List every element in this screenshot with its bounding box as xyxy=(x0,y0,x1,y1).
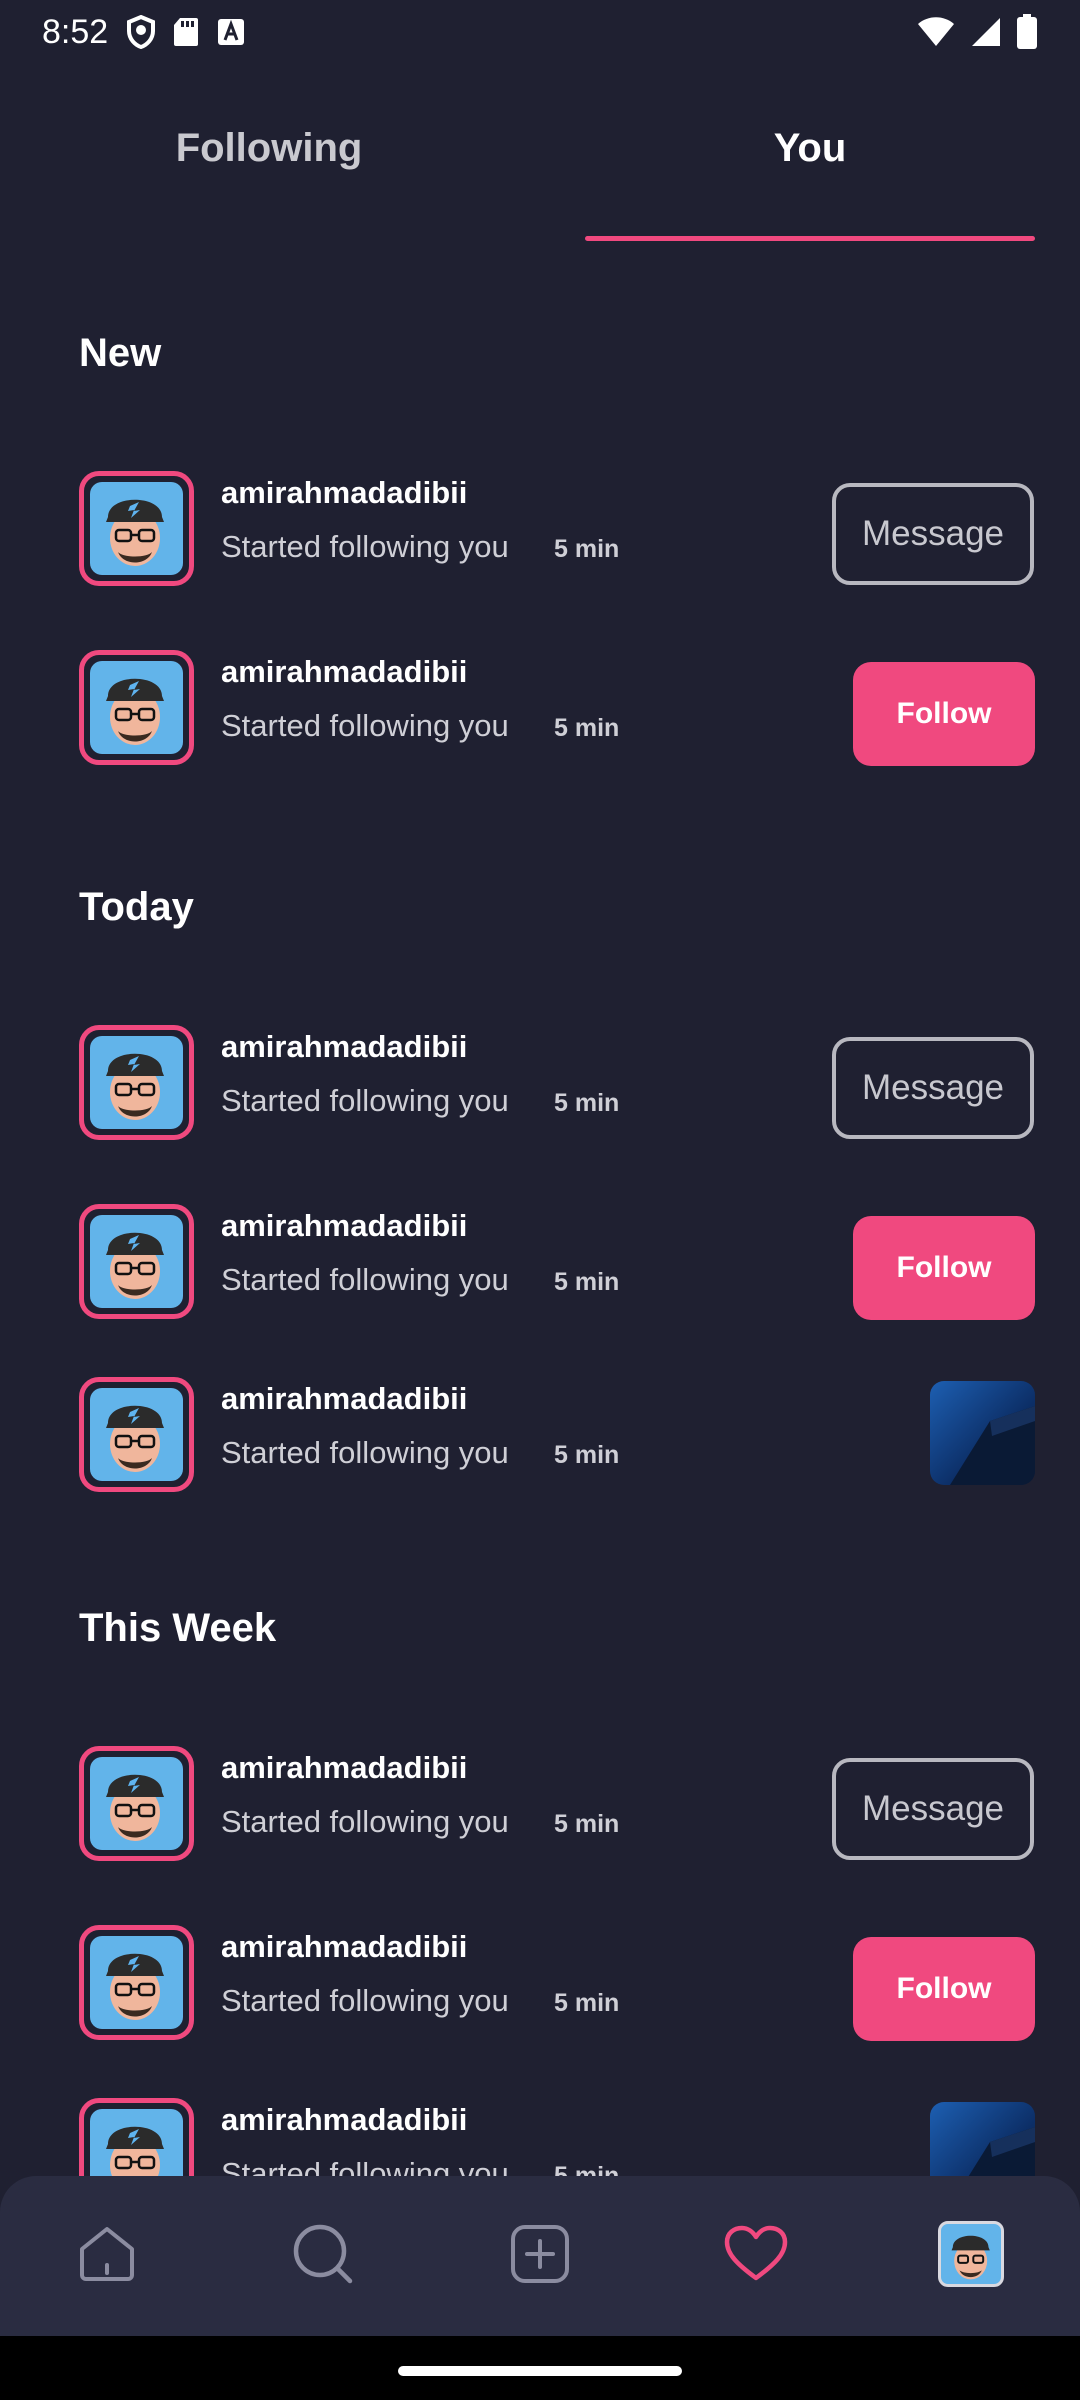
list-item[interactable]: amirahmadadibii Started following you 5 … xyxy=(0,1017,1080,1147)
avatar[interactable] xyxy=(79,1025,194,1140)
follow-button[interactable]: Follow xyxy=(853,662,1035,766)
nav-search[interactable] xyxy=(283,2214,363,2294)
list-item[interactable]: amirahmadadibii Started following you 5 … xyxy=(0,1196,1080,1326)
activity-time: 5 min xyxy=(554,535,620,563)
username[interactable]: amirahmadadibii xyxy=(221,1208,467,1244)
post-thumbnail[interactable] xyxy=(930,2102,1035,2176)
avatar[interactable] xyxy=(79,1746,194,1861)
section-title-this-week: This Week xyxy=(79,1606,277,1650)
activity-text: Started following you xyxy=(221,1083,509,1118)
section-title-new: New xyxy=(79,331,162,375)
profile-avatar xyxy=(938,2221,1004,2287)
activity-text: Started following you xyxy=(221,708,509,743)
username[interactable]: amirahmadadibii xyxy=(221,1029,467,1065)
nav-add-post[interactable] xyxy=(500,2214,580,2294)
add-post-icon xyxy=(511,2225,569,2283)
activity-time: 5 min xyxy=(554,1989,620,2017)
username[interactable]: amirahmadadibii xyxy=(221,1929,467,1965)
message-button[interactable]: Message xyxy=(832,483,1034,585)
notifications-list: New amirahmadadibii Started following yo… xyxy=(0,0,1080,2176)
list-item[interactable]: amirahmadadibii Started following you 5 … xyxy=(0,2090,1080,2176)
avatar[interactable] xyxy=(79,650,194,765)
activity-text: Started following you xyxy=(221,1435,509,1470)
nav-activity[interactable] xyxy=(716,2214,796,2294)
search-icon xyxy=(293,2224,353,2284)
message-button[interactable]: Message xyxy=(832,1037,1034,1139)
nav-profile[interactable] xyxy=(931,2214,1011,2294)
activity-time: 5 min xyxy=(554,1268,620,1296)
activity-text: Started following you xyxy=(221,1262,509,1297)
activity-text: Started following you xyxy=(221,2156,509,2176)
nav-home[interactable] xyxy=(67,2214,147,2294)
username[interactable]: amirahmadadibii xyxy=(221,1381,467,1417)
post-thumbnail[interactable] xyxy=(930,1381,1035,1485)
avatar[interactable] xyxy=(79,1204,194,1319)
home-icon xyxy=(80,2227,134,2281)
avatar[interactable] xyxy=(79,1925,194,2040)
activity-text: Started following you xyxy=(221,1804,509,1839)
heart-icon xyxy=(724,2225,788,2281)
list-item[interactable]: amirahmadadibii Started following you 5 … xyxy=(0,1917,1080,2047)
activity-time: 5 min xyxy=(554,714,620,742)
list-item[interactable]: amirahmadadibii Started following you 5 … xyxy=(0,642,1080,772)
activity-time: 5 min xyxy=(554,2162,620,2176)
activity-time: 5 min xyxy=(554,1441,620,1469)
username[interactable]: amirahmadadibii xyxy=(221,1750,467,1786)
username[interactable]: amirahmadadibii xyxy=(221,654,467,690)
list-item[interactable]: amirahmadadibii Started following you 5 … xyxy=(0,1738,1080,1868)
activity-time: 5 min xyxy=(554,1089,620,1117)
avatar[interactable] xyxy=(79,1377,194,1492)
follow-button[interactable]: Follow xyxy=(853,1937,1035,2041)
gesture-handle[interactable] xyxy=(398,2366,682,2376)
follow-button[interactable]: Follow xyxy=(853,1216,1035,1320)
activity-text: Started following you xyxy=(221,529,509,564)
section-title-today: Today xyxy=(79,885,194,929)
activity-text: Started following you xyxy=(221,1983,509,2018)
activity-time: 5 min xyxy=(554,1810,620,1838)
message-button[interactable]: Message xyxy=(832,1758,1034,1860)
username[interactable]: amirahmadadibii xyxy=(221,2102,467,2138)
list-item[interactable]: amirahmadadibii Started following you 5 … xyxy=(0,1369,1080,1499)
list-item[interactable]: amirahmadadibii Started following you 5 … xyxy=(0,463,1080,593)
avatar[interactable] xyxy=(79,2098,194,2176)
username[interactable]: amirahmadadibii xyxy=(221,475,467,511)
avatar[interactable] xyxy=(79,471,194,586)
bottom-nav xyxy=(0,2176,1080,2336)
